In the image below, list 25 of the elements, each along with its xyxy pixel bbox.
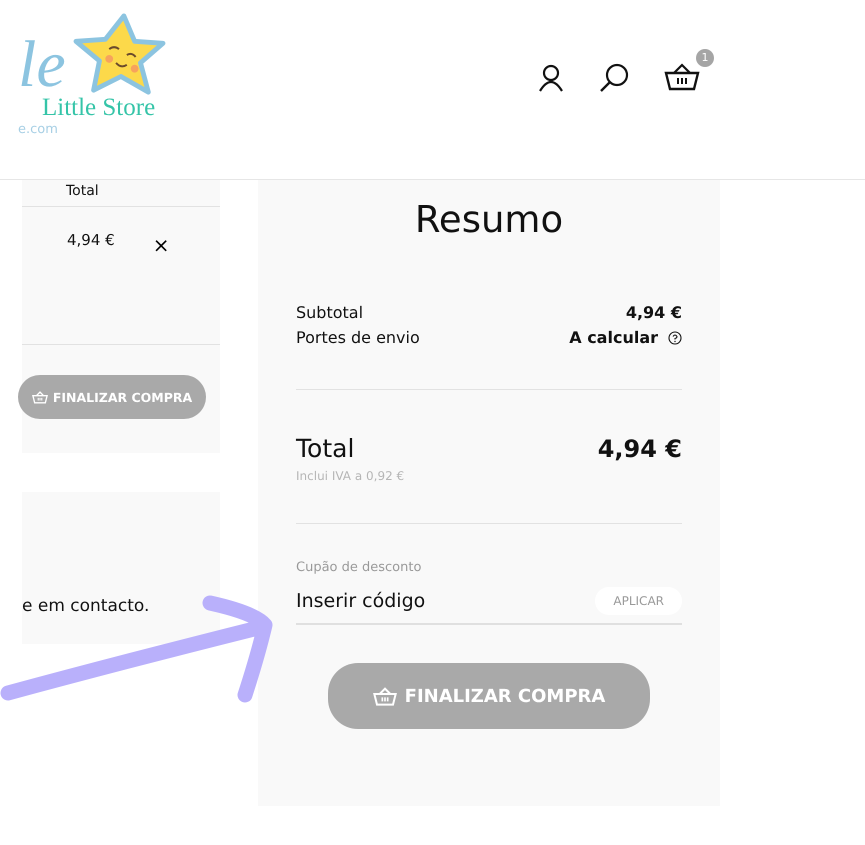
cart-count-badge: 1	[696, 48, 714, 66]
column-heading: Total	[66, 183, 99, 199]
total-label: Total	[296, 434, 354, 463]
tax-note: Inclui IVA a 0,92 €	[296, 469, 406, 483]
checkout-button[interactable]: FINALIZAR COMPRA	[328, 663, 650, 729]
coupon-label: Cupão de desconto	[296, 560, 422, 575]
item-total: 4,94 €	[67, 231, 115, 249]
summary-value: 4,94 €	[626, 303, 682, 322]
help-icon[interactable]	[668, 330, 682, 344]
summary-title: Resumo	[414, 198, 564, 241]
summary-value: A calcular	[569, 328, 658, 347]
contact-notice-text: e em contacto.	[22, 596, 150, 616]
coupon-code-field[interactable]: Inserir código	[296, 590, 596, 612]
summary-label: Subtotal	[296, 303, 364, 322]
account-icon[interactable]	[538, 64, 564, 92]
basket-icon	[32, 390, 48, 404]
remove-item-button[interactable]: ×	[152, 233, 170, 257]
total-value: 4,94 €	[598, 434, 682, 462]
search-icon[interactable]	[598, 62, 630, 94]
checkout-button[interactable]: FINALIZAR COMPRA	[18, 375, 206, 419]
basket-icon[interactable]	[664, 60, 700, 90]
basket-icon	[372, 686, 397, 706]
summary-label: Portes de envio	[296, 328, 420, 347]
apply-button[interactable]: APLICAR	[595, 587, 682, 615]
logo-domain: e.com	[18, 122, 59, 137]
